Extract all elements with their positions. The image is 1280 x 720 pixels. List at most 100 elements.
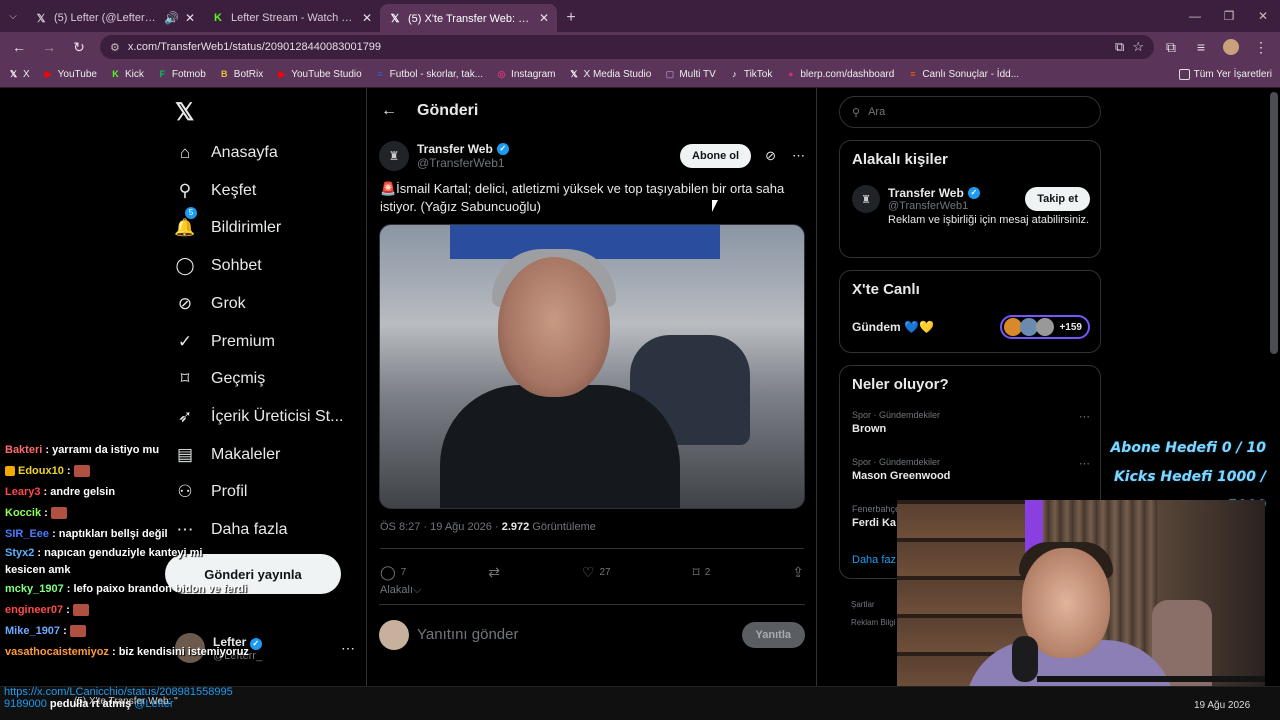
chat-username[interactable]: engineer07 xyxy=(5,604,63,616)
chat-message: Styx2 : napıcan genduziyle kanteyi mi ke… xyxy=(0,545,245,579)
show-more-link[interactable]: Daha faz xyxy=(852,554,896,566)
nav-item[interactable]: ⚲ Keşfet xyxy=(175,176,257,206)
install-icon[interactable]: ⧉ xyxy=(1115,39,1124,55)
nav-item[interactable]: ✓ Premium xyxy=(175,327,275,357)
trend-item[interactable]: Spor · Gündemdekiler Mason Greenwood ⋯ xyxy=(852,457,1090,482)
audio-icon[interactable]: 🔊 xyxy=(164,11,179,25)
bookmark-label: X Media Studio xyxy=(583,69,652,80)
nav-item[interactable]: 🔔 5 Bildirimler xyxy=(174,207,281,243)
url-field[interactable]: ⚙ x.com/TransferWeb1/status/209012844008… xyxy=(100,35,1154,59)
reply-composer: Yanıtını gönder Yanıtla xyxy=(379,604,805,664)
person-name[interactable]: Transfer Web ✓ xyxy=(888,186,980,200)
site-info-icon[interactable]: ⚙ xyxy=(110,41,120,54)
repost-action[interactable]: ⇄ xyxy=(488,564,500,581)
bookmark-item[interactable]: ▢ Multi TV xyxy=(664,69,716,80)
nav-item[interactable]: ⌂ Anasayfa xyxy=(175,138,278,168)
chat-username[interactable]: Leary3 xyxy=(5,486,40,498)
bookmark-item[interactable]: ≡ Futbol - skorlar, tak... xyxy=(375,69,484,80)
trend-item[interactable]: Spor · Gündemdekiler Brown ⋯ xyxy=(852,410,1090,435)
taskbar-item[interactable]: (5) X'te Transfer Web: " xyxy=(0,696,250,714)
related-person[interactable]: ♜ Transfer Web ✓ @TransferWeb1 Takip et R… xyxy=(852,185,1090,228)
ad-info-link[interactable]: Reklam Bilgi xyxy=(851,614,895,632)
author-name[interactable]: Transfer Web ✓ xyxy=(417,142,509,156)
chat-username[interactable]: SIR_Eee xyxy=(5,528,49,540)
bookmark-item[interactable]: F Fotmob xyxy=(157,69,206,80)
more-icon[interactable]: ⋯ xyxy=(792,148,805,164)
nav-item[interactable]: ◯ Sohbet xyxy=(175,251,262,281)
reply-input[interactable]: Yanıtını gönder xyxy=(417,626,518,643)
chat-username[interactable]: Mike_1907 xyxy=(5,625,60,637)
bookmark-item[interactable]: K Kick xyxy=(110,69,144,80)
bookmark-item[interactable]: ≡ Canlı Sonuçlar - İdd... xyxy=(907,69,1019,80)
chat-username[interactable]: Koccik xyxy=(5,507,41,519)
post-time[interactable]: ÖS 8:27 · 19 Ağu 2026 · xyxy=(380,521,502,533)
card-title: Alakalı kişiler xyxy=(852,151,948,168)
extensions-icon[interactable]: ⧉ xyxy=(1158,34,1184,60)
close-icon[interactable]: ✕ xyxy=(362,11,372,25)
reply-button[interactable]: Yanıtla xyxy=(741,621,805,648)
bookmark-action[interactable]: ⌑ 2 xyxy=(693,564,711,581)
more-icon[interactable]: ⋯ xyxy=(1079,410,1090,423)
chat-username[interactable]: Edoux10 xyxy=(18,465,64,477)
share-action[interactable]: ⇪ xyxy=(792,564,804,581)
folder-icon xyxy=(1178,69,1190,80)
scrollbar[interactable] xyxy=(1270,92,1278,354)
tab-lefter-kick[interactable]: K Lefter Stream - Watch Live on K ✕ xyxy=(203,4,380,32)
browser-menu-icon[interactable]: ⋮ xyxy=(1248,34,1274,60)
chat-message: Bakteri : yarramı da istiyo mu xyxy=(0,440,360,461)
nav-item[interactable]: ⌑ Geçmiş xyxy=(175,364,266,394)
nav-item[interactable]: ⊘ Grok xyxy=(175,289,246,319)
author-handle[interactable]: @TransferWeb1 xyxy=(417,156,509,170)
bookmark-item[interactable]: ♪ TikTok xyxy=(729,69,772,80)
terms-link[interactable]: Şartlar xyxy=(851,596,895,614)
live-item[interactable]: Gündem 💙💛 +159 xyxy=(852,315,1090,339)
bookmark-item[interactable]: ● blerp.com/dashboard xyxy=(785,69,894,80)
related-dropdown[interactable]: Alakalı⌵ xyxy=(380,584,421,597)
reload-button[interactable]: ↻ xyxy=(66,34,92,60)
like-action[interactable]: ♡ 27 xyxy=(582,564,611,581)
subscribe-button[interactable]: Abone ol xyxy=(680,144,752,168)
restore-icon[interactable]: ❐ xyxy=(1212,9,1246,23)
author-avatar[interactable]: ♜ xyxy=(379,141,409,171)
live-participants[interactable]: +159 xyxy=(1000,315,1090,339)
chat-username[interactable]: mcky_1907 xyxy=(5,583,64,595)
follow-button[interactable]: Takip et xyxy=(1025,187,1090,211)
minimize-icon[interactable]: — xyxy=(1178,9,1212,23)
bookmark-item[interactable]: 𝕏X xyxy=(8,69,30,80)
bookmark-item[interactable]: ▶ YouTube Studio xyxy=(276,69,361,80)
tab-lefter-x[interactable]: 𝕏 (5) Lefter (@LefterOnline) / 🔊 ✕ xyxy=(26,4,203,32)
trend-category: Spor · Gündemdekiler xyxy=(852,457,941,467)
bookmark-item[interactable]: ▶ YouTube xyxy=(43,69,97,80)
all-bookmarks-folder[interactable]: Tüm Yer İşaretleri xyxy=(1178,69,1272,80)
live-count: +159 xyxy=(1059,321,1082,333)
search-input[interactable]: ⚲ Ara xyxy=(839,96,1101,128)
nav-item[interactable]: ➶ İçerik Üreticisi St... xyxy=(175,402,344,432)
forward-button[interactable]: → xyxy=(36,34,62,60)
new-tab-button[interactable]: + xyxy=(557,4,585,32)
chat-username[interactable]: Styx2 xyxy=(5,547,34,559)
bookmark-star-icon[interactable]: ☆ xyxy=(1132,39,1144,55)
close-icon[interactable]: ✕ xyxy=(539,11,549,25)
grok-icon[interactable]: ⊘ xyxy=(765,148,776,164)
taskbar-clock: 19 Ağu 2026 xyxy=(1194,700,1251,711)
chat-username[interactable]: Bakteri xyxy=(5,444,42,456)
nav-label: Sohbet xyxy=(211,257,262,275)
chat-username[interactable]: vasathocaistemiyoz xyxy=(5,646,109,658)
tab-transfer-web[interactable]: 𝕏 (5) X'te Transfer Web: "🚨İsmai ✕ xyxy=(380,4,557,32)
back-arrow-icon[interactable]: ← xyxy=(381,102,397,120)
bookmark-item[interactable]: 𝕏 X Media Studio xyxy=(569,69,652,80)
close-window-icon[interactable]: ✕ xyxy=(1246,9,1280,23)
person-avatar[interactable]: ♜ xyxy=(852,185,880,213)
profile-avatar[interactable] xyxy=(1218,34,1244,60)
media-controls-icon[interactable]: ≡ xyxy=(1188,34,1214,60)
bookmark-item[interactable]: ◎ Instagram xyxy=(496,69,556,80)
back-button[interactable]: ← xyxy=(6,34,32,60)
x-logo-icon[interactable]: 𝕏 xyxy=(175,98,199,126)
bookmark-item[interactable]: B BotRix xyxy=(219,69,263,80)
emote-icon xyxy=(69,625,86,638)
nav-label: Keşfet xyxy=(211,181,257,199)
post-image[interactable] xyxy=(379,224,805,509)
tab-search-icon[interactable]: ⌵ xyxy=(0,0,26,32)
reply-action[interactable]: ◯ 7 xyxy=(380,564,406,581)
close-icon[interactable]: ✕ xyxy=(185,11,195,25)
